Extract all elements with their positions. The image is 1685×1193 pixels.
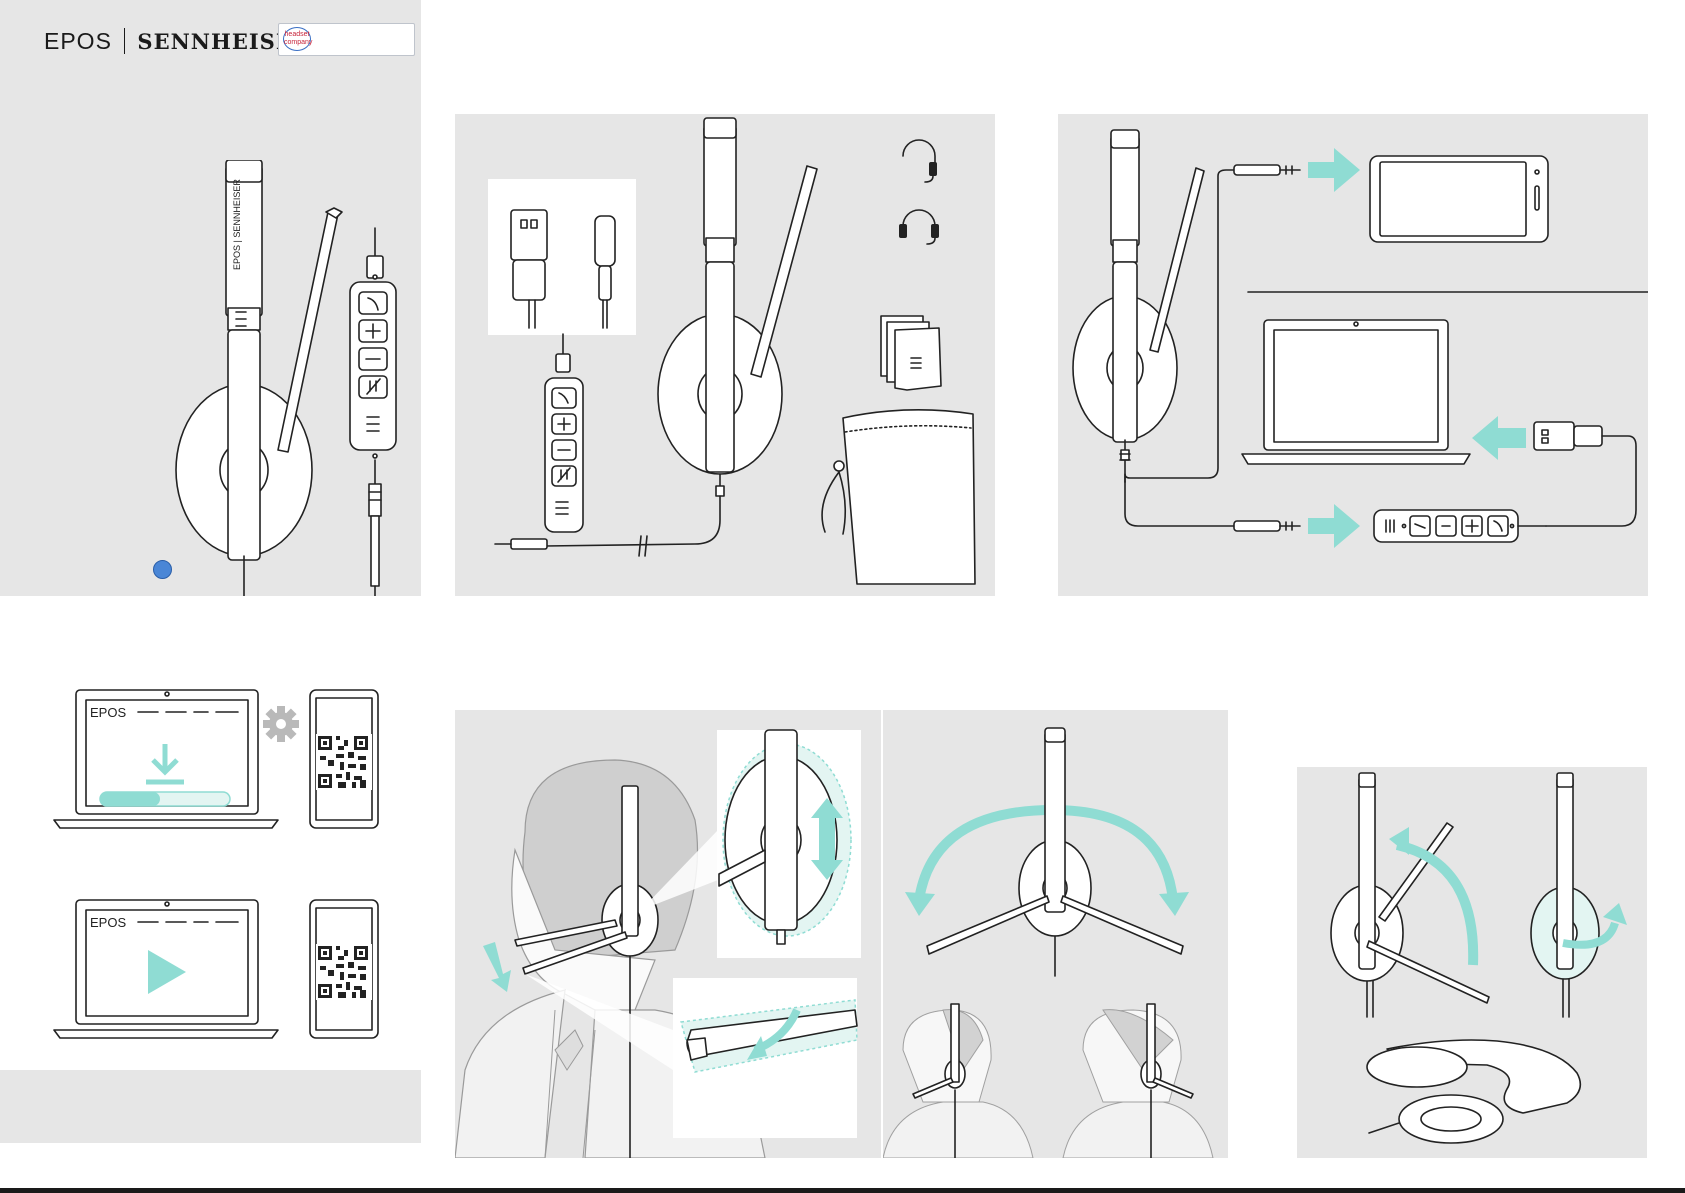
qr-code: [316, 734, 372, 790]
remote-call-icon: [358, 291, 388, 315]
rotate-right-arrow: [1159, 892, 1189, 916]
connection-illustration: [1072, 129, 1648, 548]
brand-header: EPOS SENNHEISER: [44, 26, 311, 56]
partner-logo: headset company: [283, 27, 313, 51]
status-dot: [153, 560, 172, 579]
earcup-rotate-arrow: [1603, 903, 1627, 925]
software-illustration: EPOS EPOS: [53, 689, 379, 1039]
manual-documents-icon: [880, 315, 942, 391]
software-footer-panel: [0, 1070, 421, 1143]
epos-logo: EPOS: [44, 27, 112, 54]
smartphone-icon: [1369, 155, 1549, 243]
arrow-to-phone: [1308, 148, 1360, 192]
mic-down-arrow: [483, 942, 511, 992]
headband-label: EPOS | SENNHEISER: [232, 179, 242, 270]
partner-logo-box: headset company: [278, 23, 415, 56]
laptop-icon: [1241, 319, 1471, 465]
partner-line-2: company: [284, 39, 313, 46]
wear-right-figure: [1062, 1003, 1214, 1158]
laptop-brand-2: EPOS: [90, 915, 126, 930]
remote-mic-mute-icon: [358, 375, 388, 399]
headset-mono-icon: [902, 139, 937, 183]
folded-headset-icon: [1366, 1039, 1582, 1144]
laptop-download-icon: EPOS: [53, 689, 279, 829]
remote-minus-icon: [358, 347, 388, 371]
left-right-illustration: [883, 727, 1214, 1158]
cover-headset-illustration: EPOS | SENNHEISER: [175, 160, 397, 596]
rotate-left-arrow: [905, 892, 935, 916]
phone-qr-icon-1: [309, 689, 379, 829]
headset-stereo-icon: [899, 209, 939, 245]
phone-qr-icon-2: [309, 899, 379, 1039]
arrow-to-remote: [1308, 504, 1360, 548]
usb-remote-icon: [1373, 509, 1547, 543]
laptop-play-icon: EPOS: [53, 899, 279, 1039]
partner-line-1: headset: [284, 31, 310, 38]
usb-plug-icon: [1533, 421, 1637, 527]
page-bottom-bar: [0, 1188, 1685, 1193]
remote-plus-icon: [358, 319, 388, 343]
arrow-to-laptop: [1472, 416, 1526, 460]
boom-rotate-arrow: [1389, 827, 1409, 855]
carry-pouch-icon: [821, 409, 976, 585]
wearing-illustration: [455, 729, 861, 1158]
brand-divider: [123, 28, 126, 54]
wear-left-figure: [883, 1003, 1034, 1158]
laptop-brand-1: EPOS: [90, 705, 126, 720]
folding-illustration: [1330, 772, 1627, 1144]
package-contents-illustration: [488, 117, 976, 585]
gear-icon: [263, 706, 299, 742]
